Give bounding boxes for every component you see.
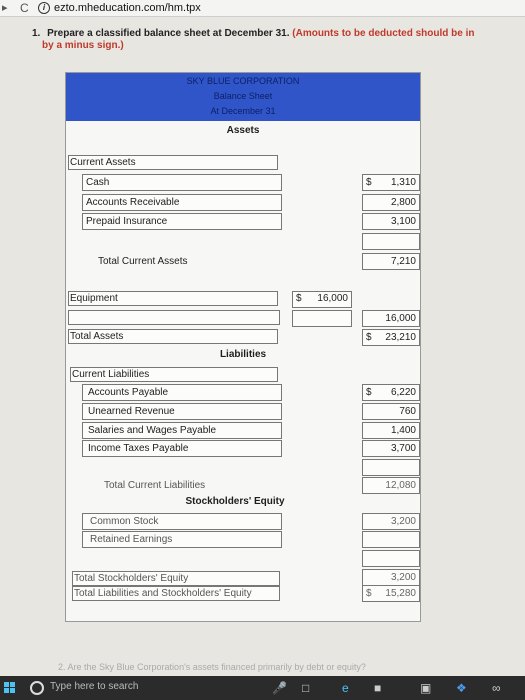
equipment-label: Equipment [70,293,118,304]
ap-value: 6,220 [390,387,416,398]
total-liab-equity-value: 15,280 [385,588,416,599]
salaries-label: Salaries and Wages Payable [88,425,217,436]
common-stock-label: Common Stock [90,516,159,527]
company-name: SKY BLUE CORPORATION [186,76,300,86]
total-current-liabilities-label: Total Current Liabilities [104,480,206,491]
total-assets-value: 23,210 [385,332,416,343]
retained-earnings-label: Retained Earnings [90,534,173,545]
common-stock-value: 3,200 [390,516,416,527]
total-equity-value: 3,200 [390,572,416,583]
total-liab-equity-dollar: $ [366,588,372,599]
edge-icon[interactable]: e [342,681,349,695]
income-tax-value: 3,700 [390,443,416,454]
cash-value: 1,310 [390,177,416,188]
total-equity-label: Total Stockholders' Equity [74,573,189,584]
taskbar-search[interactable]: Type here to search [50,681,138,692]
reload-icon[interactable]: C [20,0,29,16]
current-liabilities-label: Current Liabilities [72,369,150,380]
equity-heading: Stockholders' Equity [185,496,285,507]
windows-start-icon[interactable] [4,682,16,694]
total-current-assets-label: Total Current Assets [98,256,188,267]
liabilities-heading: Liabilities [219,349,267,360]
info-icon[interactable]: i [38,2,50,14]
sheet-header: SKY BLUE CORPORATION Balance Sheet At De… [66,73,420,121]
total-liab-equity-label: Total Liabilities and Stockholders' Equi… [74,588,252,599]
store-icon[interactable]: ▣ [420,681,431,695]
question-hint-cont: by a minus sign.) [42,40,124,51]
blank-equity-box[interactable] [362,550,420,567]
total-assets-dollar: $ [366,332,372,343]
task-view-icon[interactable]: □ [302,681,309,695]
ar-label: Accounts Receivable [86,197,180,208]
blank-equip-value-box[interactable] [292,310,352,327]
income-tax-label: Income Taxes Payable [88,443,189,454]
back-icon[interactable]: ▸ [2,0,8,16]
cash-dollar: $ [366,177,372,188]
dropbox-icon[interactable]: ❖ [456,681,467,695]
prepaid-value: 3,100 [390,216,416,227]
cash-label: Cash [86,177,110,188]
balance-sheet: SKY BLUE CORPORATION Balance Sheet At De… [65,72,421,622]
ap-dollar: $ [366,387,372,398]
address-bar: ▸ C i ezto.mheducation.com/hm.tpx [0,0,525,17]
url-text[interactable]: ezto.mheducation.com/hm.tpx [54,0,201,16]
total-current-assets-value: 7,210 [390,256,416,267]
statement-name: Balance Sheet [213,91,273,101]
question-prompt: Prepare a classified balance sheet at De… [47,28,290,39]
statement-date: At December 31 [210,106,276,116]
equipment-net-value: 16,000 [385,313,416,324]
folder-icon[interactable]: ■ [374,681,381,695]
microphone-icon[interactable]: 🎤 [272,681,287,695]
total-assets-label: Total Assets [70,331,124,342]
cortana-icon[interactable] [30,681,44,695]
current-assets-label: Current Assets [70,157,136,168]
app-icon[interactable]: ∞ [492,681,501,695]
question-number: 1. [32,28,41,39]
salaries-value: 1,400 [390,425,416,436]
blank-assets-box[interactable] [362,233,420,250]
question-hint: (Amounts to be deducted should be in [292,28,475,39]
equipment-value: 16,000 [317,293,348,304]
ar-value: 2,800 [390,197,416,208]
unearned-value: 760 [399,406,416,417]
next-question: 2. Are the Sky Blue Corporation's assets… [58,662,366,672]
ap-label: Accounts Payable [88,387,169,398]
retained-earnings-value-box[interactable] [362,531,420,548]
blank-liab-box[interactable] [362,459,420,476]
unearned-label: Unearned Revenue [88,406,175,417]
prepaid-label: Prepaid Insurance [86,216,168,227]
blank-equip-label-box[interactable] [68,310,280,325]
assets-heading: Assets [226,125,260,136]
cash-label-box[interactable] [82,174,282,191]
taskbar: Type here to search 🎤 □ e ■ ▣ ❖ ∞ [0,676,525,700]
total-current-liabilities-value: 12,080 [385,480,416,491]
question-text: 1. Prepare a classified balance sheet at… [32,28,522,52]
